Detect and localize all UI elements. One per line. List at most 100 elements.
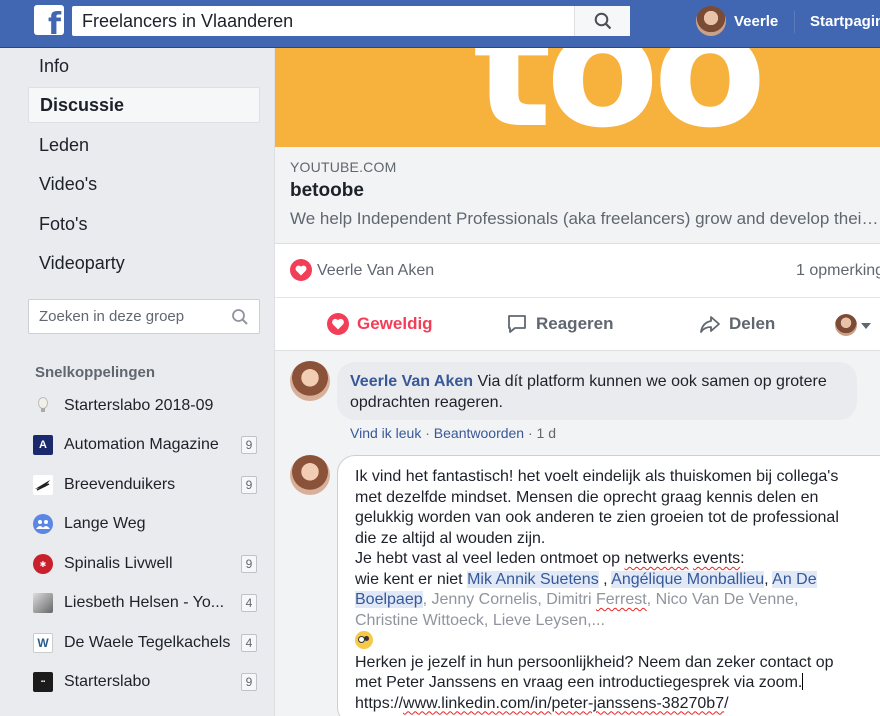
mention-tag[interactable]: Mik Annik Suetens: [467, 570, 599, 588]
shortcut-label: Starterslabo: [64, 673, 151, 690]
comments-section: Veerle Van Aken Via dít platform kunnen …: [275, 351, 880, 716]
share-icon: [700, 316, 720, 333]
love-label: Geweldig: [357, 314, 433, 333]
draft-line: https://www.linkedin.com/in/peter-jansse…: [355, 694, 729, 712]
link-preview-info[interactable]: YOUTUBE.COM betoobe We help Independent …: [275, 147, 880, 244]
sidebar-item-fotos[interactable]: Foto's: [28, 206, 260, 242]
shortcut-item[interactable]: ✱ Spinalis Livwell 9: [33, 549, 257, 579]
shortcut-label: Starterslabo 2018-09: [64, 397, 214, 414]
current-user-avatar: [290, 455, 330, 495]
chevron-down-icon[interactable]: [861, 323, 871, 329]
group-search-box: [28, 299, 260, 334]
sidebar-item-leden[interactable]: Leden: [28, 127, 260, 163]
comment-label: Reageren: [536, 314, 614, 333]
shortcut-item[interactable]: W De Waele Tegelkachels 4: [33, 628, 257, 658]
post-card: too YOUTUBE.COM betoobe We help Independ…: [274, 48, 880, 716]
automation-logo-icon: A: [33, 435, 53, 455]
lightbulb-icon: [33, 396, 53, 416]
facebook-logo-icon[interactable]: f: [34, 5, 64, 35]
shortcut-item[interactable]: Breevenduikers 9: [33, 470, 257, 500]
sidebar-item-videos[interactable]: Video's: [28, 166, 260, 202]
post-actions: Geweldig Reageren Delen: [275, 299, 880, 351]
comment-time[interactable]: 1 d: [537, 425, 556, 441]
search-input[interactable]: [72, 6, 572, 36]
draft-line: Ik vind het fantastisch! het voelt einde…: [355, 468, 839, 485]
unread-count-badge: 4: [241, 594, 257, 612]
link-preview-image[interactable]: too: [275, 48, 880, 147]
draft-line: [355, 631, 879, 653]
search-button[interactable]: [574, 6, 630, 36]
spinalis-logo-icon: ✱: [33, 554, 53, 574]
shortcut-item[interactable]: Liesbeth Helsen - Yo... 4: [33, 588, 257, 618]
search-icon[interactable]: [231, 308, 249, 326]
shortcut-label: Spinalis Livwell: [64, 555, 173, 572]
yoga-photo-icon: [33, 593, 53, 613]
link-description: We help Independent Professionals (aka f…: [290, 209, 880, 228]
group-icon: [33, 514, 53, 534]
search-icon: [594, 12, 611, 30]
heart-reaction-icon[interactable]: [290, 259, 312, 281]
diver-icon: [33, 475, 53, 495]
share-button[interactable]: Delen: [699, 311, 775, 337]
post-as-avatar[interactable]: [835, 314, 857, 336]
draft-line: met dezelfde mindset. Mensen die oprecht…: [355, 488, 819, 506]
reply-link[interactable]: Beantwoorden: [434, 425, 524, 441]
mention-tag[interactable]: Angélique Monballieu: [611, 570, 765, 588]
comment-bubble: Veerle Van Aken Via dít platform kunnen …: [337, 362, 857, 420]
comment-input[interactable]: Ik vind het fantastisch! het voelt einde…: [337, 455, 880, 716]
home-link[interactable]: Startpagina: [810, 13, 880, 30]
starterslabo-logo-icon: ▪▪: [33, 672, 53, 692]
top-navigation-bar: f Veerle Startpagina: [0, 0, 880, 48]
unread-count-badge: 9: [241, 436, 257, 454]
shortcut-label: Breevenduikers: [64, 476, 176, 493]
mention-tag[interactable]: An De: [772, 570, 817, 588]
unread-count-badge: 9: [241, 555, 257, 573]
shortcut-label: Automation Magazine: [64, 436, 219, 453]
reactor-name[interactable]: Veerle Van Aken: [317, 262, 434, 280]
comment-count-link[interactable]: 1 opmerking: [796, 262, 880, 280]
draft-line: wie kent er niet Mik Annik Suetens , Ang…: [355, 570, 817, 588]
shortcut-label: De Waele Tegelkachels: [64, 634, 231, 651]
unread-count-badge: 9: [241, 476, 257, 494]
comment-icon: [508, 315, 526, 333]
unread-count-badge: 4: [241, 634, 257, 652]
divider: [794, 11, 795, 33]
sidebar-item-videoparty[interactable]: Videoparty: [28, 245, 260, 281]
mention-tag[interactable]: Boelpaep: [355, 591, 423, 608]
comment-author[interactable]: Veerle Van Aken: [350, 373, 473, 390]
group-search-input[interactable]: [29, 300, 219, 333]
draft-line: gelukkig worden van ook anderen te zien …: [355, 509, 839, 526]
link-domain: YOUTUBE.COM: [290, 159, 397, 175]
draft-line: Boelpaep, Jenny Cornelis, Dimitri Ferres…: [355, 591, 799, 608]
shortcut-label: Liesbeth Helsen - Yo...: [64, 594, 225, 611]
group-sidebar: Info Discussie Leden Video's Foto's Vide…: [0, 48, 274, 716]
unread-count-badge: 9: [241, 673, 257, 691]
commenter-avatar[interactable]: [290, 361, 330, 401]
sidebar-item-info[interactable]: Info: [28, 48, 260, 84]
comment-meta: Vind ik leuk · Beantwoorden · 1 d: [350, 425, 557, 441]
shortcut-label: Lange Weg: [64, 515, 146, 532]
sidebar-item-discussie[interactable]: Discussie: [28, 87, 260, 123]
like-comment-link[interactable]: Vind ik leuk: [350, 425, 421, 441]
draft-line: Christine Wittoeck, Lieve Leysen,...: [355, 611, 605, 629]
shortcut-item[interactable]: Starterslabo 2018-09: [33, 391, 257, 421]
text-cursor: [802, 673, 804, 690]
shortcut-item[interactable]: Lange Weg: [33, 509, 257, 539]
shortcut-item[interactable]: ▪▪ Starterslabo 9: [33, 667, 257, 697]
user-avatar[interactable]: [696, 6, 726, 36]
dizzy-face-emoji-icon: [355, 631, 373, 649]
draft-line: Je hebt vast al veel leden ontmoet op ne…: [355, 550, 745, 567]
comment-button[interactable]: Reageren: [506, 311, 613, 337]
draft-line: met Peter Janssens en vraag een introduc…: [355, 673, 804, 691]
reactions-bar: Veerle Van Aken 1 opmerking: [275, 244, 880, 298]
heart-icon: [327, 313, 349, 335]
dewaele-logo-icon: W: [33, 633, 53, 653]
banner-logo-text: too: [473, 48, 767, 147]
shortcut-item[interactable]: A Automation Magazine 9: [33, 430, 257, 460]
draft-line: die ze altijd al wouden zijn.: [355, 529, 546, 547]
link-title: betoobe: [290, 180, 364, 201]
profile-link[interactable]: Veerle: [734, 13, 778, 30]
share-label: Delen: [729, 314, 776, 333]
love-reaction-button[interactable]: Geweldig: [327, 311, 433, 337]
draft-line: Herken je jezelf in hun persoonlijkheid?…: [355, 653, 834, 671]
